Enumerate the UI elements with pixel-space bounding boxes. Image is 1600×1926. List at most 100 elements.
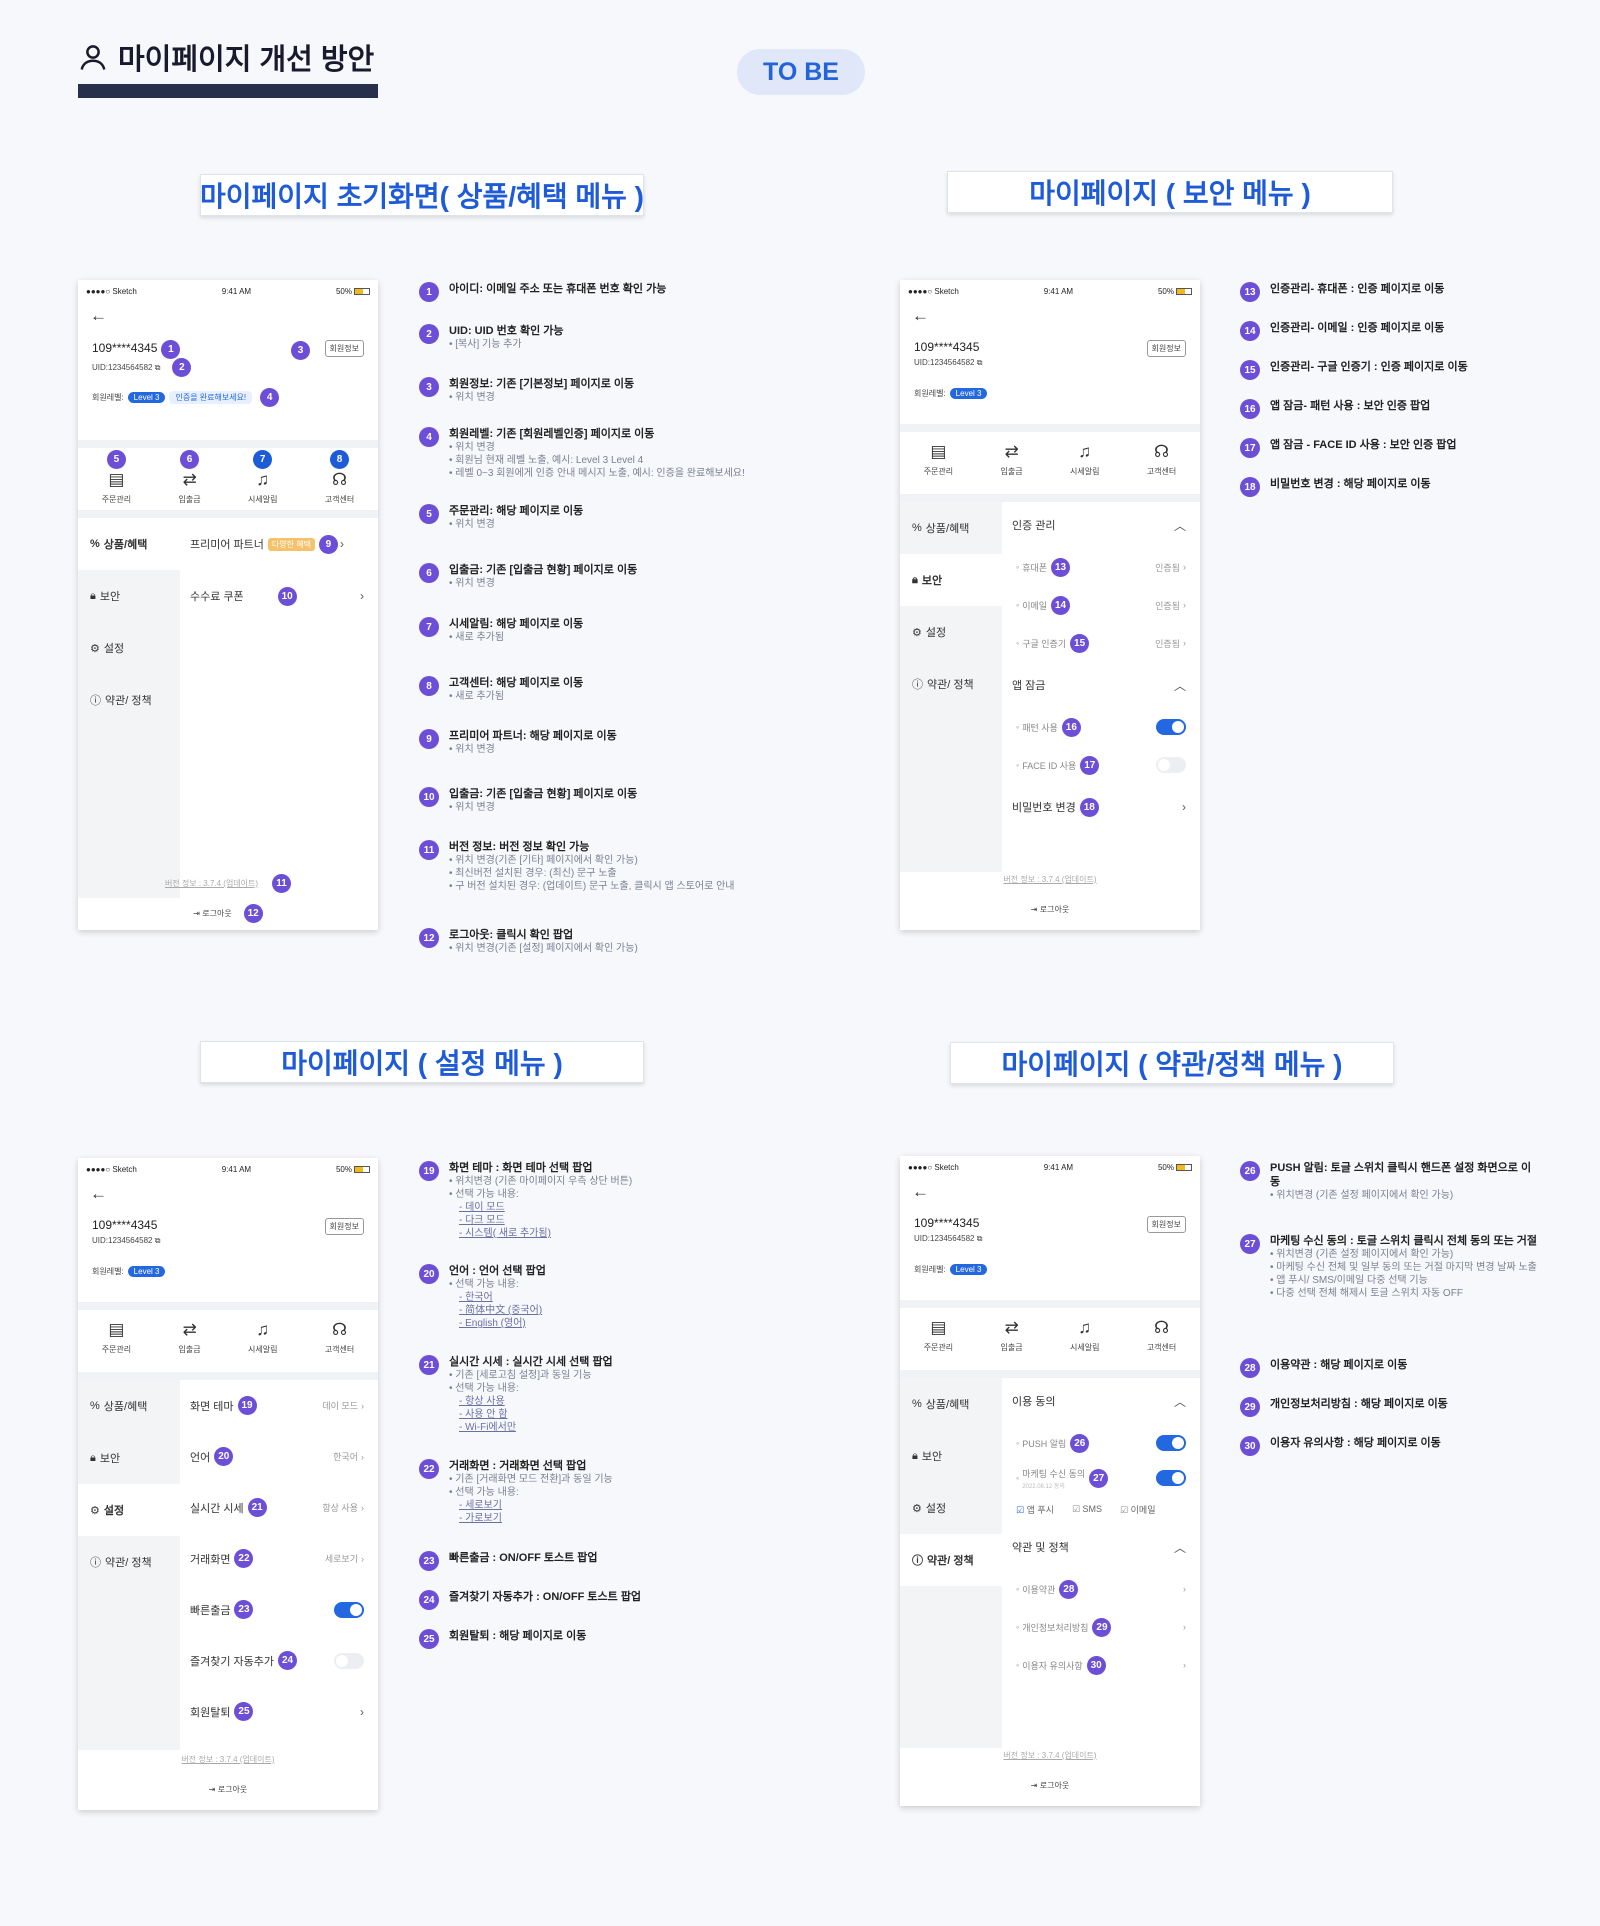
quick-support[interactable]: ☊ 고객센터 (1147, 1318, 1176, 1366)
auth-header[interactable]: 인증 관리 ︿ (1002, 502, 1200, 548)
back-arrow-icon[interactable]: ← (78, 1180, 378, 1214)
marketing-toggle[interactable] (1156, 1470, 1186, 1486)
level-badge[interactable]: Level 3 (949, 388, 988, 399)
member-info-button[interactable]: 회원정보 (324, 1218, 364, 1235)
version-info[interactable]: 버전 정보 : 3.7.4 (업데이트) (78, 1754, 378, 1765)
privacy-row[interactable]: ◦ 개인정보처리방침 29 › (1002, 1608, 1200, 1646)
level-badge[interactable]: Level 3 (949, 1264, 988, 1275)
terms-header[interactable]: 약관 및 정책 ︿ (1002, 1524, 1200, 1570)
app-lock-header[interactable]: 앱 잠금 ︿ (1002, 662, 1200, 708)
back-arrow-icon[interactable]: ← (900, 302, 1200, 336)
phone-mockup-products: ●●●●○ Sketch 9:41 AM 50% ← 109****4345 1 … (78, 280, 378, 930)
battery-icon (1176, 287, 1192, 295)
logout-button[interactable]: ⇥ 로그아웃 (78, 1784, 378, 1795)
annotation-detail: • 위치 변경(기존 [기타] 페이지에서 확인 가능) (449, 855, 638, 866)
version-info[interactable]: 버전 정보 : 3.7.4 (업데이트) (900, 1750, 1200, 1761)
quick-support[interactable]: 8 ☊ 고객센터 (325, 450, 354, 506)
back-arrow-icon[interactable]: ← (78, 302, 378, 336)
annotation-number-badge: 7 (419, 617, 439, 637)
quick-alert[interactable]: ♫ 시세알림 (248, 1320, 277, 1368)
annotation-option: - 简体中文 (중국어) (459, 1305, 543, 1316)
menu-settings[interactable]: ⚙ 설정 (78, 622, 180, 674)
quick-transfer[interactable]: ⇄ 입출금 (1001, 1318, 1023, 1366)
quick-withdraw-toggle[interactable] (334, 1601, 364, 1618)
cert-message[interactable]: 인증을 완료해보세요! (169, 391, 253, 404)
push-toggle[interactable] (1156, 1435, 1186, 1451)
email-checkbox[interactable]: ☑ 이메일 (1120, 1503, 1155, 1516)
quick-alert[interactable]: 7 ♫ 시세알림 (248, 450, 277, 506)
language-row[interactable]: 언어 20 한국어 › (180, 1431, 378, 1482)
fee-coupon-row[interactable]: 수수료 쿠폰 10 › (180, 570, 378, 622)
faceid-toggle[interactable] (1156, 757, 1186, 773)
trade-view-row[interactable]: 거래화면 22 세로보기 › (180, 1533, 378, 1584)
auth-phone-row[interactable]: ◦ 휴대폰 13 인증됨 › (1002, 548, 1200, 586)
menu-security[interactable]: 🔒︎ 보안 (900, 1430, 1002, 1482)
pattern-toggle[interactable] (1156, 719, 1186, 735)
app-push-checkbox[interactable]: ☑ 앱 푸시 (1016, 1503, 1054, 1516)
annotation-detail: • 다중 선택 전체 해제시 토글 스위치 자동 OFF (1270, 1288, 1463, 1299)
menu-settings[interactable]: ⚙ 설정 (900, 1482, 1002, 1534)
logout-button[interactable]: ⇥ 로그아웃 (900, 904, 1200, 915)
menu-settings[interactable]: ⚙ 설정 (78, 1484, 180, 1536)
copy-icon[interactable]: ⧉ (977, 1234, 983, 1243)
quick-orders[interactable]: 5 ▤ 주문관리 (102, 450, 131, 506)
password-change-row[interactable]: 비밀번호 변경 18 › (1002, 784, 1200, 830)
menu-products[interactable]: % 상품/혜택 (900, 502, 1002, 554)
logout-button[interactable]: ⇥ 로그아웃 (900, 1780, 1200, 1791)
menu-products[interactable]: % 상품/혜택 (900, 1378, 1002, 1430)
menu-terms[interactable]: ⓘ 약관/ 정책 (900, 658, 1002, 710)
auth-google-row[interactable]: ◦ 구글 인증기 15 인증됨 › (1002, 624, 1200, 662)
menu-settings[interactable]: ⚙ 설정 (900, 606, 1002, 658)
realtime-row[interactable]: 실시간 시세 21 항상 사용 › (180, 1482, 378, 1533)
annotation-item: 8 고객센터: 해당 페이지로 이동 • 새로 추가됨 (419, 676, 799, 703)
menu-security[interactable]: 🔒︎ 보안 (78, 570, 180, 622)
quick-support[interactable]: ☊ 고객센터 (1147, 442, 1176, 490)
menu-terms[interactable]: ⓘ 약관/ 정책 (78, 674, 180, 726)
annotation-detail: • 구 버전 설치된 경우: (업데이트) 문구 노출, 클릭시 앱 스토어로 … (449, 881, 735, 892)
level-badge[interactable]: Level 3 (127, 1266, 166, 1277)
back-arrow-icon[interactable]: ← (900, 1178, 1200, 1212)
menu-terms[interactable]: ⓘ 약관/ 정책 (78, 1536, 180, 1588)
push-row: ◦ PUSH 알림 26 (1002, 1424, 1200, 1462)
quick-orders[interactable]: ▤ 주문관리 (924, 442, 953, 490)
member-info-button[interactable]: 회원정보 (1146, 1216, 1186, 1233)
quick-orders[interactable]: ▤ 주문관리 (924, 1318, 953, 1366)
annotation-title: 즐겨찾기 자동추가 : ON/OFF 토스트 팝업 (449, 1591, 642, 1603)
annotation-option: - 가로보기 (459, 1513, 502, 1524)
member-info-button[interactable]: 회원정보 (324, 340, 364, 357)
menu-products[interactable]: % 상품/혜택 (78, 518, 180, 570)
annotation-body: 마케팅 수신 동의 : 토글 스위치 클릭시 전체 동의 또는 거절 • 위치변경… (1270, 1234, 1537, 1300)
quick-orders[interactable]: ▤ 주문관리 (102, 1320, 131, 1368)
menu-security[interactable]: 🔒︎ 보안 (900, 554, 1002, 606)
user-id: 109****4345 1 (92, 340, 181, 359)
copy-icon[interactable]: ⧉ (977, 358, 983, 367)
quick-transfer[interactable]: 6 ⇄ 입출금 (179, 450, 201, 506)
headset-icon: ☊ (1153, 1318, 1170, 1337)
premier-partner-row[interactable]: 프리미어 파트너 다양한 혜택 9 › (180, 518, 378, 570)
quick-alert[interactable]: ♫ 시세알림 (1070, 442, 1099, 490)
notice-row[interactable]: ◦ 이용자 유의사항 30 › (1002, 1646, 1200, 1684)
quick-support[interactable]: ☊ 고객센터 (325, 1320, 354, 1368)
copy-icon[interactable]: ⧉ (155, 363, 161, 372)
menu-terms[interactable]: ⓘ 약관/ 정책 (900, 1534, 1002, 1586)
copy-icon[interactable]: ⧉ (155, 1236, 161, 1245)
annotation-number-badge: 13 (1240, 282, 1260, 302)
logout-button[interactable]: ⇥ 로그아웃 12 (78, 904, 378, 923)
version-info[interactable]: 버전 정보 : 3.7.4 (업데이트) (900, 874, 1200, 885)
level-badge[interactable]: Level 3 (127, 392, 166, 403)
terms-row[interactable]: ◦ 이용약관 28 › (1002, 1570, 1200, 1608)
withdraw-member-row[interactable]: 회원탈퇴 25 › (180, 1686, 378, 1737)
menu-products[interactable]: % 상품/혜택 (78, 1380, 180, 1432)
favorite-auto-toggle[interactable] (334, 1652, 364, 1669)
quick-transfer[interactable]: ⇄ 입출금 (1001, 442, 1023, 490)
theme-row[interactable]: 화면 테마 19 데이 모드 › (180, 1380, 378, 1431)
consent-header[interactable]: 이용 동의 ︿ (1002, 1378, 1200, 1424)
quick-alert[interactable]: ♫ 시세알림 (1070, 1318, 1099, 1366)
uid-line: UID:1234564582 ⧉ (92, 1236, 161, 1245)
auth-email-row[interactable]: ◦ 이메일 14 인증됨 › (1002, 586, 1200, 624)
member-info-button[interactable]: 회원정보 (1146, 340, 1186, 357)
version-info[interactable]: 버전 정보 : 3.7.4 (업데이트) 11 (78, 874, 378, 893)
quick-transfer[interactable]: ⇄ 입출금 (179, 1320, 201, 1368)
sms-checkbox[interactable]: ☑ SMS (1072, 1504, 1102, 1515)
menu-security[interactable]: 🔒︎ 보안 (78, 1432, 180, 1484)
